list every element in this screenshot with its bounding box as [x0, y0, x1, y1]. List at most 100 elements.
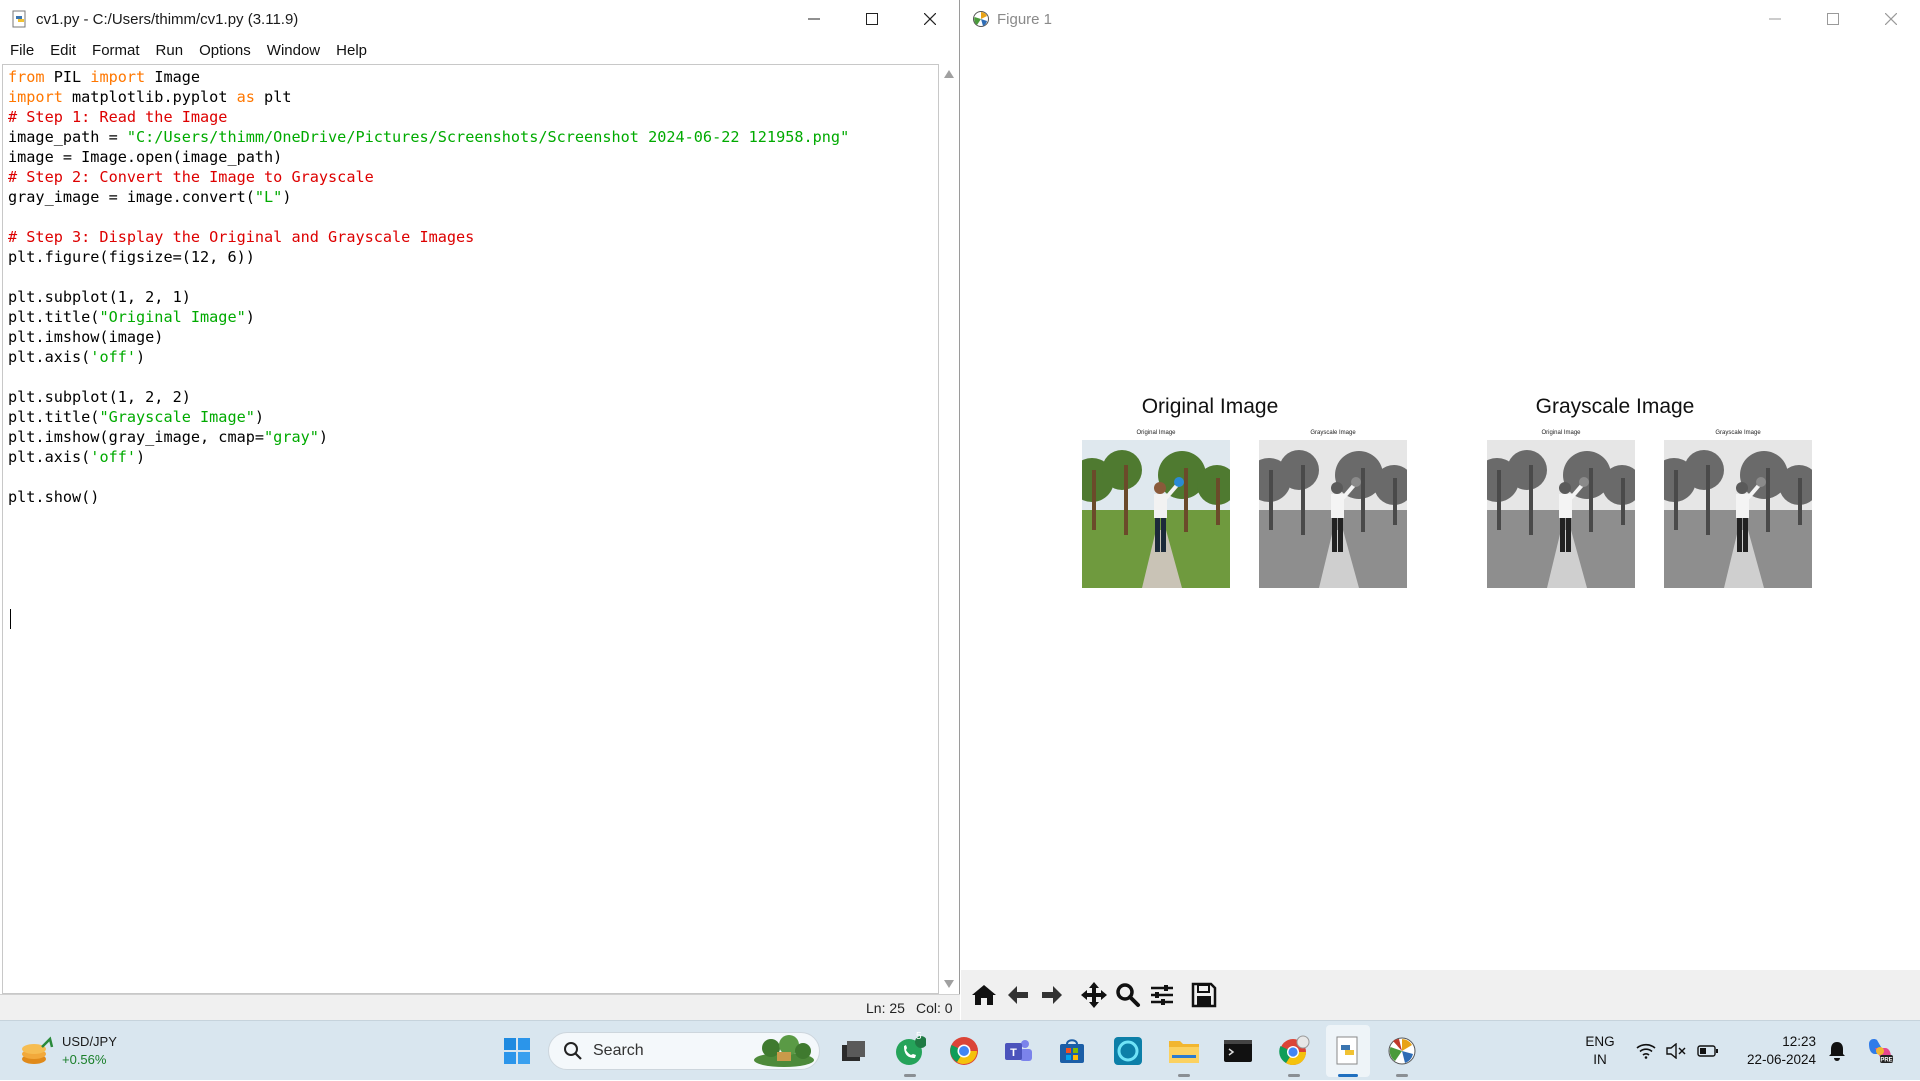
code-line[interactable]: # Step 3: Display the Original and Grays…: [8, 227, 849, 247]
taskbar-chrome-profile[interactable]: [1272, 1021, 1316, 1081]
menu-window[interactable]: Window: [267, 42, 320, 59]
thumbnail-image: [1664, 440, 1812, 588]
wifi-icon[interactable]: [1634, 1021, 1658, 1081]
code-line[interactable]: # Step 2: Convert the Image to Grayscale: [8, 167, 849, 187]
taskbar-alexa[interactable]: [1106, 1021, 1150, 1081]
maximize-button[interactable]: [843, 0, 901, 38]
taskbar-teams[interactable]: T: [996, 1021, 1040, 1081]
figure-minimize-button[interactable]: [1746, 0, 1804, 38]
figure-title: Figure 1: [997, 10, 1053, 28]
svg-text:PRE: PRE: [1880, 1058, 1892, 1064]
idle-titlebar[interactable]: cv1.py - C:/Users/thimm/cv1.py (3.11.9): [0, 0, 959, 38]
thumbnail-1: Original Image: [1082, 430, 1230, 590]
code-line[interactable]: plt.show(): [8, 487, 849, 507]
code-line[interactable]: [8, 467, 849, 487]
menu-format[interactable]: Format: [92, 42, 140, 59]
vertical-scrollbar[interactable]: [940, 64, 958, 994]
menu-run[interactable]: Run: [156, 42, 184, 59]
taskbar-search[interactable]: Search: [548, 1032, 820, 1070]
taskbar-store[interactable]: [1050, 1021, 1094, 1081]
windows-logo-icon: [504, 1038, 530, 1064]
code-line[interactable]: from PIL import Image: [8, 67, 849, 87]
menu-file[interactable]: File: [10, 42, 34, 59]
taskbar-chrome[interactable]: [942, 1021, 986, 1081]
task-view-button[interactable]: [834, 1021, 874, 1081]
figure-maximize-button[interactable]: [1804, 0, 1862, 38]
save-icon[interactable]: [1187, 975, 1221, 1015]
code-line[interactable]: plt.title("Original Image"): [8, 307, 849, 327]
windows-taskbar: USD/JPY +0.56% Search 5 T ENG IN 12:23 2…: [0, 1020, 1920, 1080]
code-editor[interactable]: from PIL import Image import matplotlib.p…: [2, 64, 939, 994]
code-line[interactable]: [8, 207, 849, 227]
code-line[interactable]: plt.subplot(1, 2, 1): [8, 287, 849, 307]
taskbar-idle[interactable]: [1326, 1025, 1370, 1077]
forward-arrow-icon[interactable]: [1035, 975, 1069, 1015]
thumbnail-image: [1082, 440, 1230, 588]
code-line[interactable]: plt.subplot(1, 2, 2): [8, 387, 849, 407]
home-icon[interactable]: [967, 975, 1001, 1015]
matplotlib-taskbar-icon: [1388, 1037, 1416, 1065]
menu-options[interactable]: Options: [199, 42, 251, 59]
battery-icon[interactable]: [1694, 1021, 1722, 1081]
subplot-title-original: Original Image: [1141, 395, 1279, 418]
code-line[interactable]: image = Image.open(image_path): [8, 147, 849, 167]
pan-icon[interactable]: [1077, 975, 1111, 1015]
text-cursor: [10, 609, 11, 629]
taskbar-terminal[interactable]: [1216, 1021, 1260, 1081]
figure-close-button[interactable]: [1862, 0, 1920, 38]
notification-bell-icon[interactable]: [1822, 1021, 1852, 1081]
code-line[interactable]: import matplotlib.pyplot as plt: [8, 87, 849, 107]
configure-subplots-icon[interactable]: [1145, 975, 1179, 1015]
thumbnail-4: Grayscale Image: [1664, 430, 1812, 590]
taskbar-whatsapp[interactable]: 5: [888, 1021, 932, 1081]
code-line[interactable]: plt.figure(figsize=(12, 6)): [8, 247, 849, 267]
clock-time: 12:23: [1782, 1034, 1816, 1049]
search-highlight-image: [754, 1035, 814, 1067]
code-line[interactable]: gray_image = image.convert("L"): [8, 187, 849, 207]
code-line[interactable]: [8, 367, 849, 387]
code-line[interactable]: plt.imshow(image): [8, 327, 849, 347]
alexa-icon: [1114, 1037, 1142, 1065]
thumbnail-caption: Grayscale Image: [1310, 430, 1356, 436]
close-button[interactable]: [901, 0, 959, 38]
search-icon: [564, 1042, 582, 1060]
stock-widget[interactable]: USD/JPY +0.56%: [20, 1021, 130, 1081]
menu-help[interactable]: Help: [336, 42, 367, 59]
code-line[interactable]: image_path = "C:/Users/thimm/OneDrive/Pi…: [8, 127, 849, 147]
code-line[interactable]: # Step 1: Read the Image: [8, 107, 849, 127]
column-number: Col: 0: [916, 1000, 953, 1016]
menu-edit[interactable]: Edit: [50, 42, 76, 59]
taskbar-file-explorer[interactable]: [1162, 1021, 1206, 1081]
python-file-icon: [10, 9, 30, 29]
code-text[interactable]: from PIL import Image import matplotlib.p…: [8, 67, 849, 507]
code-line[interactable]: plt.imshow(gray_image, cmap="gray"): [8, 427, 849, 447]
start-button[interactable]: [496, 1021, 538, 1081]
minimize-button[interactable]: [785, 0, 843, 38]
figure-canvas[interactable]: Original Image Grayscale Image Original …: [961, 38, 1920, 970]
zoom-icon[interactable]: [1111, 975, 1145, 1015]
taskbar-matplotlib[interactable]: [1380, 1021, 1424, 1081]
code-line[interactable]: plt.axis('off'): [8, 347, 849, 367]
matplotlib-icon: [971, 9, 991, 29]
task-view-icon: [842, 1041, 865, 1061]
volume-muted-icon[interactable]: [1664, 1021, 1688, 1081]
matplotlib-figure-window: Figure 1 Original Image Grayscale Image …: [961, 0, 1920, 1020]
scroll-up-arrow-icon[interactable]: [944, 70, 954, 78]
back-arrow-icon[interactable]: [1001, 975, 1035, 1015]
clock[interactable]: 12:23 22-06-2024: [1730, 1021, 1816, 1081]
language-indicator[interactable]: ENG IN: [1574, 1021, 1626, 1081]
svg-text:T: T: [1010, 1047, 1017, 1059]
python-idle-icon: [1336, 1036, 1358, 1065]
teams-icon: T: [1005, 1040, 1032, 1061]
code-line[interactable]: plt.title("Grayscale Image"): [8, 407, 849, 427]
code-line[interactable]: [8, 267, 849, 287]
figure-titlebar[interactable]: Figure 1: [961, 0, 1920, 38]
thumbnail-caption: Grayscale Image: [1715, 430, 1761, 436]
terminal-icon: [1224, 1040, 1252, 1062]
thumbnail-image: [1487, 440, 1635, 588]
code-line[interactable]: plt.axis('off'): [8, 447, 849, 467]
scroll-down-arrow-icon[interactable]: [944, 980, 954, 988]
status-bar: Ln: 25 Col: 0: [0, 994, 960, 1020]
copilot-icon[interactable]: PRE: [1860, 1021, 1900, 1081]
navigation-toolbar: [961, 970, 1920, 1020]
